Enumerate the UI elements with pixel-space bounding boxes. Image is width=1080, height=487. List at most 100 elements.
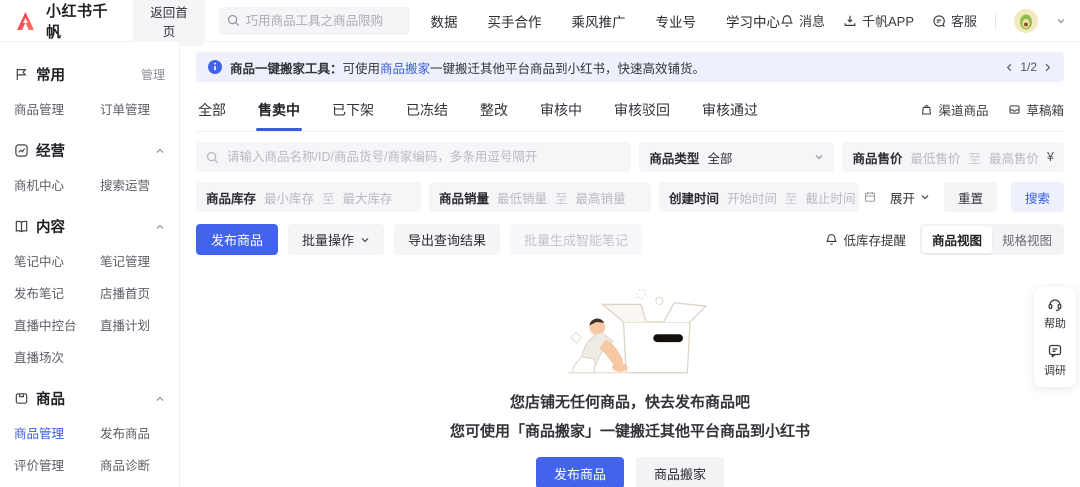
sidebar-item[interactable]: 评价管理	[14, 455, 86, 474]
sidebar-item[interactable]: 搜索运营	[100, 175, 165, 194]
back-home-button[interactable]: 返回首页	[133, 0, 205, 46]
survey-button[interactable]: 调研	[1044, 343, 1066, 378]
stock-max-placeholder[interactable]: 最大库存	[343, 188, 393, 207]
sidebar-item-product-management[interactable]: 商品管理	[14, 423, 86, 442]
banner-prev-icon[interactable]	[1005, 63, 1014, 72]
nav-learning-center[interactable]: 学习中心	[726, 11, 780, 31]
keyword-input[interactable]	[227, 150, 622, 164]
sales-min-placeholder[interactable]: 最低销量	[497, 188, 547, 207]
sales-range-filter[interactable]: 商品销量 最低销量 至 最高销量	[429, 182, 651, 212]
collapse-chevron-icon[interactable]	[155, 394, 165, 404]
banner-next-icon[interactable]	[1043, 63, 1052, 72]
floating-side-widget: 帮助 调研	[1034, 287, 1076, 387]
nav-buyer-cooperation[interactable]: 买手合作	[487, 11, 541, 31]
end-time-placeholder[interactable]: 截止时间	[806, 188, 856, 207]
package-icon	[14, 391, 29, 406]
collapse-chevron-icon[interactable]	[155, 222, 165, 232]
price-range-filter[interactable]: 商品售价 最低售价 至 最高售价 ¥	[842, 142, 1064, 172]
customer-service-button[interactable]: 客服	[932, 11, 977, 30]
price-max-placeholder[interactable]: 最高售价	[989, 148, 1039, 167]
nav-professional-account[interactable]: 专业号	[655, 11, 696, 31]
tab-under-review[interactable]: 审核中	[538, 96, 584, 131]
product-view-toggle[interactable]: 商品视图	[921, 226, 992, 253]
sidebar-item[interactable]: 直播场次	[14, 347, 86, 366]
global-search-input[interactable]	[245, 13, 403, 28]
range-separator: 至	[968, 151, 982, 166]
empty-state: 您店铺无任何商品，快去发布商品吧 您可使用「商品搬家」一键搬迁其他平台商品到小红…	[196, 281, 1064, 487]
app-window: 小红书千帆 返回首页 数据 买手合作 乘风推广 专业号 学习中心	[0, 0, 1080, 487]
stock-range-filter[interactable]: 商品库存 最小库存 至 最大库存	[196, 182, 421, 212]
search-button[interactable]: 搜索	[1010, 182, 1064, 212]
chevron-down-icon[interactable]	[1056, 16, 1066, 26]
info-icon	[208, 60, 222, 74]
product-type-select[interactable]: 商品类型 全部	[639, 142, 835, 172]
drafts-label: 草稿箱	[1026, 104, 1064, 118]
low-stock-alert-button[interactable]: 低库存提醒	[825, 230, 906, 249]
keyword-filter[interactable]	[196, 142, 632, 172]
drafts-button[interactable]: 草稿箱	[1008, 100, 1064, 119]
sidebar-item[interactable]: 商机中心	[14, 175, 86, 194]
divider	[995, 13, 997, 28]
banner-post-link: 一键搬迁其他平台商品到小红书，快速高效铺货。	[430, 61, 706, 76]
view-switcher: 商品视图 规格视图	[919, 224, 1064, 255]
reset-button[interactable]: 重置	[943, 182, 997, 212]
empty-publish-button[interactable]: 发布商品	[535, 457, 624, 487]
sidebar-item[interactable]: 笔记管理	[100, 251, 165, 270]
section-title-products: 商品	[36, 392, 65, 408]
sidebar-item[interactable]: 商品管理	[14, 99, 86, 118]
messages-button[interactable]: 消息	[780, 11, 825, 30]
manage-link[interactable]: 管理	[141, 66, 165, 83]
nav-promotion[interactable]: 乘风推广	[571, 11, 625, 31]
range-separator: 至	[785, 191, 798, 206]
trend-icon	[14, 143, 29, 158]
expand-filters-button[interactable]: 展开	[890, 188, 930, 207]
nav-data[interactable]: 数据	[430, 11, 457, 31]
export-results-button[interactable]: 导出查询结果	[394, 224, 501, 255]
user-avatar[interactable]	[1014, 8, 1039, 33]
tab-all[interactable]: 全部	[196, 96, 228, 131]
global-search[interactable]	[218, 6, 411, 35]
smart-notes-button: 批量生成智能笔记	[510, 224, 643, 255]
start-time-placeholder[interactable]: 开始时间	[727, 188, 777, 207]
sidebar-section-products: 商品 商品管理 发布商品 评价管理 商品诊断 仓储库存 图片空间 商品工具	[0, 388, 179, 487]
stock-min-placeholder[interactable]: 最小库存	[264, 188, 314, 207]
created-time-filter[interactable]: 创建时间 开始时间 至 截止时间	[659, 182, 875, 212]
channel-products-label: 渠道商品	[938, 104, 989, 118]
sidebar-item[interactable]: 店播首页	[100, 283, 165, 302]
search-icon	[206, 151, 219, 164]
spec-view-toggle[interactable]: 规格视图	[992, 226, 1062, 253]
bag-icon	[920, 103, 933, 116]
product-type-value: 全部	[707, 151, 733, 166]
tab-approved[interactable]: 审核通过	[700, 96, 760, 131]
expand-label: 展开	[889, 191, 915, 206]
empty-migrate-button[interactable]: 商品搬家	[636, 457, 725, 487]
sidebar-item[interactable]: 笔记中心	[14, 251, 86, 270]
sidebar-item[interactable]: 订单管理	[100, 99, 165, 118]
tab-rejected[interactable]: 审核驳回	[612, 96, 672, 131]
tab-frozen[interactable]: 已冻结	[404, 96, 450, 131]
sidebar-item[interactable]: 直播计划	[100, 315, 165, 334]
collapse-chevron-icon[interactable]	[155, 146, 165, 156]
publish-product-button[interactable]: 发布商品	[196, 224, 279, 255]
empty-state-line2: 您可使用「商品搬家」一键搬迁其他平台商品到小红书	[449, 423, 810, 440]
tab-on-sale[interactable]: 售卖中	[256, 96, 302, 131]
sidebar-section-frequent: 常用 管理 商品管理 订单管理	[0, 64, 179, 122]
sidebar-item[interactable]: 发布商品	[100, 423, 165, 442]
channel-products-button[interactable]: 渠道商品	[920, 100, 988, 119]
tab-rectify[interactable]: 整改	[478, 96, 510, 131]
banner-page-indicator: 1/2	[1020, 60, 1037, 74]
sidebar-item[interactable]: 商品诊断	[100, 455, 165, 474]
tab-off-shelf[interactable]: 已下架	[330, 96, 376, 131]
top-bar: 小红书千帆 返回首页 数据 买手合作 乘风推广 专业号 学习中心	[0, 0, 1080, 46]
banner-pager: 1/2	[1005, 60, 1052, 74]
help-button[interactable]: 帮助	[1044, 296, 1066, 331]
batch-operations-button[interactable]: 批量操作	[288, 224, 385, 255]
sales-max-placeholder[interactable]: 最高销量	[576, 188, 626, 207]
toolbar-row: 发布商品 批量操作 导出查询结果 批量生成智能笔记 低库存提醒 商品视图 规格视…	[196, 224, 1064, 255]
sidebar-item[interactable]: 发布笔记	[14, 283, 86, 302]
migrate-tool-link[interactable]: 商品搬家	[380, 62, 430, 76]
sidebar-item[interactable]: 直播中控台	[14, 315, 86, 334]
price-min-placeholder[interactable]: 最低售价	[911, 148, 961, 167]
banner-title: 商品一键搬家工具：	[230, 61, 343, 76]
app-download-button[interactable]: 千帆APP	[843, 11, 914, 30]
